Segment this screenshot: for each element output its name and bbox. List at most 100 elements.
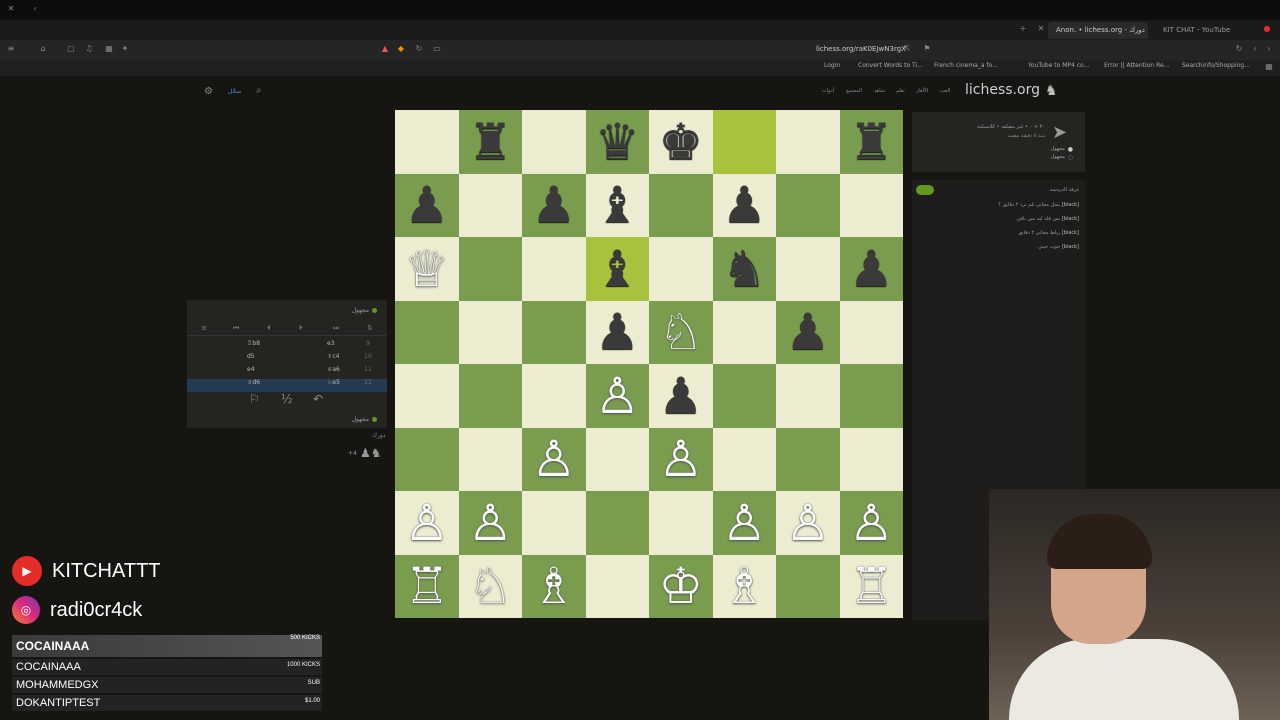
square-c8[interactable] [522, 110, 586, 174]
square-b1[interactable]: ♘ [458, 554, 522, 618]
home-icon[interactable]: ⌂ [38, 44, 48, 54]
square-g3[interactable] [776, 427, 840, 491]
tab-lichess[interactable]: Anon. • lichess.org - ﺍﻟﻌﺐ • ﺩﻭﺭﻙ [1048, 22, 1148, 39]
square-b2[interactable]: ♙ [458, 491, 522, 555]
square-h2[interactable]: ♙ [839, 491, 903, 555]
square-f4[interactable] [712, 364, 776, 428]
nav-watch[interactable]: ﺷﺎﻫﺪ [874, 88, 885, 94]
square-e2[interactable] [649, 491, 713, 555]
square-h1[interactable]: ♖ [839, 554, 903, 618]
piece-d5[interactable]: ♟ [595, 307, 640, 357]
square-f1[interactable]: ♗ [712, 554, 776, 618]
search-icon[interactable]: ⌕ [256, 85, 262, 96]
nav-tools[interactable]: ﺃﺩﻭﺍﺕ [822, 88, 834, 94]
square-g2[interactable]: ♙ [776, 491, 840, 555]
brave-shield-icon[interactable]: ▲ [380, 44, 390, 54]
extensions-icon[interactable]: ✦ [120, 44, 130, 54]
tab-icon[interactable]: ▭ [432, 44, 442, 54]
square-c7[interactable]: ♟ [522, 173, 586, 237]
square-f2[interactable]: ♙ [712, 491, 776, 555]
square-h8[interactable]: ♜ [839, 110, 903, 174]
square-f7[interactable]: ♟ [712, 173, 776, 237]
square-c6[interactable] [522, 237, 586, 301]
nav-play[interactable]: ﺍﻟﻌﺐ [940, 88, 950, 94]
square-a3[interactable] [395, 427, 459, 491]
piece-f6[interactable]: ♞ [722, 244, 767, 294]
piece-g2[interactable]: ♙ [785, 498, 830, 548]
piece-d6[interactable]: ♝ [595, 244, 640, 294]
piece-h1[interactable]: ♖ [849, 561, 894, 611]
piece-g5[interactable]: ♟ [785, 307, 830, 357]
chess-board[interactable]: ♜ ♛ ♚ ♜ ♟ ♟ ♝ ♟ ♕ ♝ ♞ ♟ ♟ ♘ ♟ ♙ ♟ ♙ ♙ ♙ ♙ ♙ ♙ ♙ ♖ ♘ ♗ ♔ ♗ ♖ [395, 110, 903, 618]
square-h7[interactable] [839, 173, 903, 237]
piece-a7[interactable]: ♟ [404, 180, 449, 230]
square-h4[interactable] [839, 364, 903, 428]
share-icon[interactable]: ⇱ [902, 44, 912, 54]
white-move[interactable]: e3 [327, 340, 347, 347]
black-move[interactable]: e4 [247, 366, 267, 373]
square-b5[interactable] [458, 300, 522, 364]
black-move[interactable]: d5 [247, 353, 267, 360]
url-field[interactable]: lichess.org/raK0EJwN3rgX [816, 45, 906, 53]
piece-h2[interactable]: ♙ [849, 498, 894, 548]
square-h6[interactable]: ♟ [839, 237, 903, 301]
bookmark-error-attention[interactable]: Error || Attention Re... [1104, 62, 1169, 69]
square-g7[interactable] [776, 173, 840, 237]
piece-b2[interactable]: ♙ [468, 498, 513, 548]
forward-icon[interactable]: › [1264, 44, 1274, 54]
square-d5[interactable]: ♟ [585, 300, 649, 364]
bookmarks-grid-icon[interactable]: ▦ [1264, 62, 1274, 72]
square-a8[interactable] [395, 110, 459, 174]
menu-icon[interactable]: ≡ [6, 44, 16, 54]
square-h5[interactable] [839, 300, 903, 364]
piece-a2[interactable]: ♙ [404, 498, 449, 548]
square-d7[interactable]: ♝ [585, 173, 649, 237]
piece-f1[interactable]: ♗ [722, 561, 767, 611]
piece-b8[interactable]: ♜ [468, 117, 513, 167]
lichess-horse-icon[interactable]: ♞ [1045, 83, 1065, 100]
takeback-icon[interactable]: ↶ [313, 392, 323, 406]
square-f8[interactable] [712, 110, 776, 174]
square-e8[interactable]: ♚ [649, 110, 713, 174]
square-b7[interactable] [458, 173, 522, 237]
square-h3[interactable] [839, 427, 903, 491]
bookmark-icon[interactable]: ⚑ [922, 44, 932, 54]
bookmark-login[interactable]: Login [824, 62, 840, 69]
bookmark-convert-words[interactable]: Convert Words to Ti... [858, 62, 923, 69]
square-d6[interactable]: ♝ [585, 237, 649, 301]
piece-c1[interactable]: ♗ [531, 561, 576, 611]
square-f6[interactable]: ♞ [712, 237, 776, 301]
bookmark-youtube-mp4[interactable]: YouTube to MP4 co... [1028, 62, 1089, 69]
square-g5[interactable]: ♟ [776, 300, 840, 364]
square-g8[interactable] [776, 110, 840, 174]
square-d3[interactable] [585, 427, 649, 491]
settings-gear-icon[interactable]: ⚙ [204, 86, 213, 97]
piece-h6[interactable]: ♟ [849, 244, 894, 294]
square-c4[interactable] [522, 364, 586, 428]
piece-f2[interactable]: ♙ [722, 498, 767, 548]
offer-draw-icon[interactable]: ½ [281, 392, 293, 406]
square-b3[interactable] [458, 427, 522, 491]
back-history-icon[interactable]: ‹ [30, 4, 40, 14]
tab-youtube[interactable]: KIT CHAT - YouTube [1155, 22, 1255, 39]
square-c1[interactable]: ♗ [522, 554, 586, 618]
piece-h8[interactable]: ♜ [849, 117, 894, 167]
square-d4[interactable]: ♙ [585, 364, 649, 428]
bookmark-french-cinema[interactable]: French cinema_a fo... [934, 62, 998, 69]
flip-board-icon[interactable]: ⇅ [367, 324, 373, 332]
square-c5[interactable] [522, 300, 586, 364]
site-logo[interactable]: lichess.org [965, 82, 1040, 98]
chat-toggle[interactable] [916, 185, 934, 195]
sidebar-icon[interactable]: ▢ [66, 44, 76, 54]
square-e7[interactable] [649, 173, 713, 237]
bookmark-searchinfo[interactable]: Searchinfo/Shopping... [1182, 62, 1250, 69]
piece-e3[interactable]: ♙ [658, 434, 703, 484]
piece-d8[interactable]: ♛ [595, 117, 640, 167]
square-c2[interactable] [522, 491, 586, 555]
nav-puzzles[interactable]: ﺍﻷﻟﻐﺎﺯ [916, 88, 928, 94]
resign-flag-icon[interactable]: ⚐ [249, 392, 260, 406]
square-g1[interactable] [776, 554, 840, 618]
piece-a1[interactable]: ♖ [404, 561, 449, 611]
square-e1[interactable]: ♔ [649, 554, 713, 618]
piece-e4[interactable]: ♟ [658, 371, 703, 421]
